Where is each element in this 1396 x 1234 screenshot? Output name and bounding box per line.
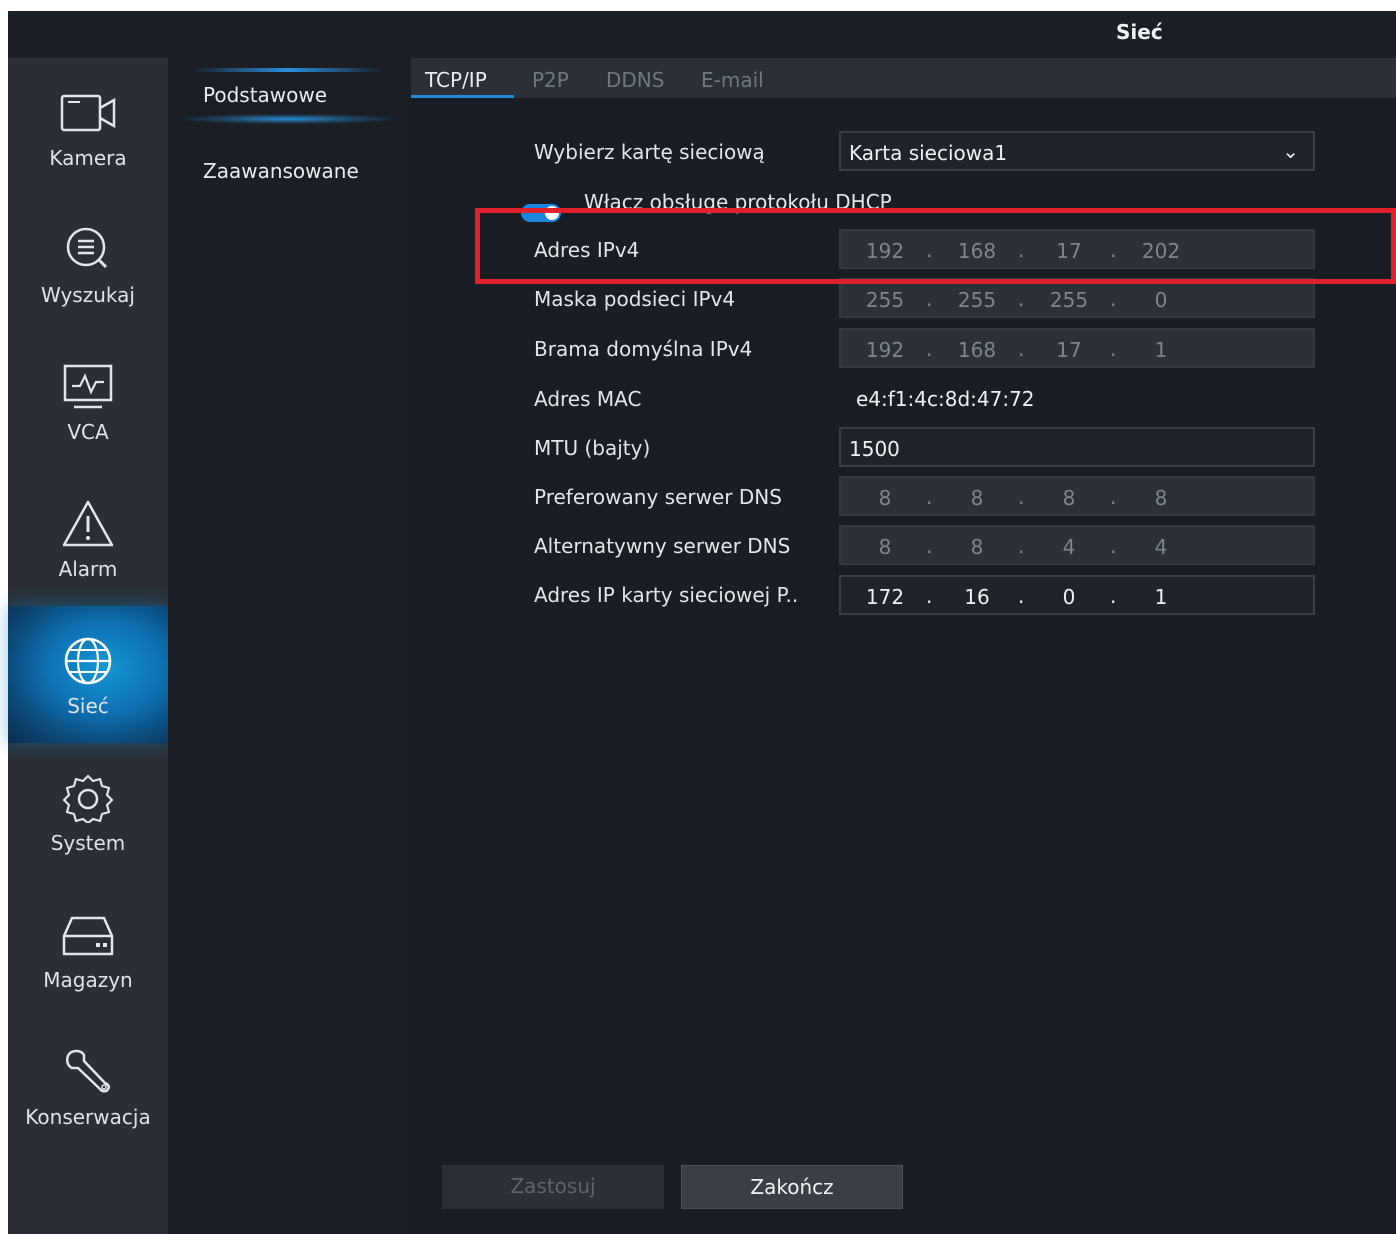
ip-separator: . (1018, 534, 1025, 558)
ip-separator: . (1110, 584, 1117, 608)
mask-label: Maska podsieci IPv4 (534, 287, 736, 311)
mask-octet-4: 0 (1154, 288, 1168, 312)
subnav-item-zaawansowane[interactable]: Zaawansowane (203, 159, 359, 183)
ip-separator: . (1110, 485, 1117, 509)
dns1-octet-2: 8 (970, 486, 984, 510)
sidebar-item-label: Wyszukaj (41, 283, 135, 307)
sub-navigation: Podstawowe Zaawansowane (168, 58, 411, 1234)
dns2-octet-4: 4 (1154, 535, 1168, 559)
ip-separator: . (1018, 584, 1025, 608)
poe-nic-ip-field[interactable]: 172 . 16 . 0 . 1 (839, 575, 1315, 615)
storage-drive-icon (62, 916, 114, 956)
ip-separator: . (1018, 337, 1025, 361)
nic-label: Wybierz kartę sieciową (534, 140, 765, 164)
globe-icon (64, 637, 112, 685)
active-tab-indicator (411, 95, 514, 98)
close-button[interactable]: Zakończ (681, 1165, 903, 1209)
ip-separator: . (926, 584, 933, 608)
sidebar-item-konserwacja[interactable]: Konserwacja (8, 1017, 168, 1154)
ip-separator: . (1018, 485, 1025, 509)
dns2-field[interactable]: 8 . 8 . 4 . 4 (839, 525, 1315, 565)
gear-icon (62, 774, 114, 823)
sidebar-item-system[interactable]: System (8, 743, 168, 880)
search-icon (66, 227, 108, 269)
ipv4-highlight-box (475, 208, 1396, 284)
ip-separator: . (926, 485, 933, 509)
sidebar-item-label: Sieć (67, 694, 109, 718)
sidebar-item-label: Konserwacja (25, 1105, 151, 1129)
tab-ddns[interactable]: DDNS (606, 68, 664, 92)
dns2-octet-3: 4 (1062, 535, 1076, 559)
sidebar-item-wyszukaj[interactable]: Wyszukaj (8, 195, 168, 332)
ip-separator: . (926, 534, 933, 558)
mask-octet-3: 255 (1049, 288, 1089, 312)
ip-separator: . (1110, 534, 1117, 558)
mtu-label: MTU (bajty) (534, 436, 651, 460)
alarm-warning-icon (62, 500, 114, 547)
dns1-octet-3: 8 (1062, 486, 1076, 510)
sidebar-item-label: Alarm (58, 557, 118, 581)
dns2-label: Alternatywny serwer DNS (534, 534, 791, 558)
mac-label: Adres MAC (534, 387, 642, 411)
apply-button[interactable]: Zastosuj (442, 1165, 664, 1209)
active-subitem-glow-bottom (183, 114, 393, 124)
dns1-label: Preferowany serwer DNS (534, 485, 782, 509)
nic-select[interactable]: Karta sieciowa1 ⌄ (839, 131, 1315, 171)
mac-value: e4:f1:4c:8d:47:72 (856, 387, 1035, 411)
dns1-field[interactable]: 8 . 8 . 8 . 8 (839, 476, 1315, 516)
gateway-octet-4: 1 (1154, 338, 1168, 362)
nic-select-value: Karta sieciowa1 (849, 141, 1008, 165)
sidebar-item-vca[interactable]: VCA (8, 332, 168, 469)
mtu-value: 1500 (849, 437, 900, 461)
sidebar-item-magazyn[interactable]: Magazyn (8, 880, 168, 1017)
subnav-item-podstawowe[interactable]: Podstawowe (203, 83, 327, 107)
mask-octet-2: 255 (957, 288, 997, 312)
dns2-octet-2: 8 (970, 535, 984, 559)
poe-octet-2: 16 (964, 585, 990, 609)
tab-p2p[interactable]: P2P (532, 68, 569, 92)
ip-separator: . (1018, 287, 1025, 311)
ip-separator: . (926, 287, 933, 311)
vca-monitor-icon (63, 364, 113, 409)
sidebar-item-label: Kamera (49, 146, 127, 170)
dns1-octet-4: 8 (1154, 486, 1168, 510)
settings-window: Sieć Kamera Wyszukaj VCA Alarm Sieć Syst… (8, 11, 1396, 1234)
ip-separator: . (1110, 337, 1117, 361)
dns2-octet-1: 8 (878, 535, 892, 559)
gateway-field[interactable]: 192 . 168 . 17 . 1 (839, 328, 1315, 368)
gateway-octet-2: 168 (957, 338, 997, 362)
mask-octet-1: 255 (865, 288, 905, 312)
title-bar: Sieć (8, 11, 1396, 58)
sidebar-item-siec[interactable]: Sieć (8, 606, 168, 743)
sidebar-item-label: Magazyn (43, 968, 133, 992)
tab-tcpip[interactable]: TCP/IP (425, 68, 487, 92)
active-subitem-glow-top (193, 68, 383, 72)
sidebar-item-label: System (50, 831, 126, 855)
ip-separator: . (926, 337, 933, 361)
poe-octet-4: 1 (1154, 585, 1168, 609)
window-title: Sieć (1116, 20, 1163, 44)
poe-octet-1: 172 (865, 585, 905, 609)
sidebar-item-kamera[interactable]: Kamera (8, 58, 168, 195)
sidebar-item-label: VCA (67, 420, 109, 444)
ip-separator: . (1110, 287, 1117, 311)
gateway-octet-1: 192 (865, 338, 905, 362)
tab-bar: TCP/IP P2P DDNS E-mail (411, 58, 1396, 98)
camera-icon (60, 94, 116, 132)
main-sidebar: Kamera Wyszukaj VCA Alarm Sieć System Ma… (8, 58, 168, 1234)
chevron-down-icon: ⌄ (1282, 139, 1299, 163)
sidebar-item-alarm[interactable]: Alarm (8, 469, 168, 606)
gateway-label: Brama domyślna IPv4 (534, 337, 753, 361)
dns1-octet-1: 8 (878, 486, 892, 510)
mask-field[interactable]: 255 . 255 . 255 . 0 (839, 278, 1315, 318)
wrench-icon (66, 1049, 111, 1093)
mtu-input[interactable]: 1500 (839, 427, 1315, 467)
tab-email[interactable]: E-mail (701, 68, 764, 92)
gateway-octet-3: 17 (1056, 338, 1082, 362)
poe-octet-3: 0 (1062, 585, 1076, 609)
poe-nic-ip-label: Adres IP karty sieciowej P.. (534, 583, 799, 607)
